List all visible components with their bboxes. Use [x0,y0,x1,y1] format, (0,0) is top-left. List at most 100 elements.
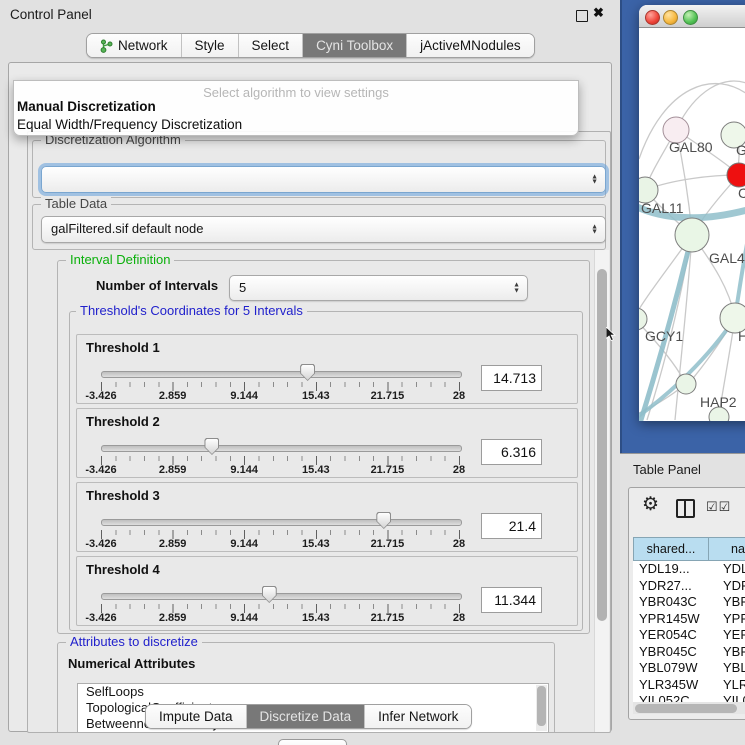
close-icon[interactable]: ✖ [593,5,604,21]
mouse-cursor [606,327,617,347]
numerical-attributes-label: Numerical Attributes [68,656,195,671]
tick-label: 15.43 [302,390,330,402]
bottom-tabs: Impute Data Discretize Data Infer Network [145,704,472,729]
table-row[interactable]: YBR045CYBR0 [633,644,745,661]
table-row[interactable]: YDL19...YDL1 [633,561,745,578]
slider-thumb[interactable] [204,438,219,455]
algorithm-combo[interactable]: ▲▼ [41,166,606,193]
algorithm-popup-options: Manual DiscretizationEqual Width/Frequen… [16,98,576,133]
attributes-group-title: Attributes to discretize [66,634,202,649]
svg-text:HAP2: HAP2 [700,394,737,410]
network-canvas[interactable]: GAL80 GA C GAL11 GAL4 GCY1 H HAP2 [639,27,745,421]
slider-thumb[interactable] [262,586,277,603]
horizontal-scrollbar[interactable] [633,702,745,714]
tab-label: Select [252,38,290,53]
zoom-traffic-light[interactable] [683,10,698,25]
close-traffic-light[interactable] [645,10,660,25]
slider-thumb[interactable] [376,512,391,529]
tick-label: 21.715 [371,612,405,624]
settings-scrollbar[interactable] [594,250,609,732]
table-row[interactable]: YIL052CYIL0 [633,693,745,702]
slider-tick-labels: -3.4262.8599.14415.4321.71528 [77,612,577,624]
attribute-item-selfloops[interactable]: SelfLoops [78,684,548,700]
node-gal4 [675,218,709,252]
cell-name: YBR0 [717,594,745,611]
tick-label: 21.715 [371,464,405,476]
table-row[interactable]: YLR345WYLR3 [633,677,745,694]
apply-button[interactable]: Apply [278,739,347,745]
tick-label: 15.43 [302,538,330,550]
table-data-combo[interactable]: galFiltered.sif default node ▲▼ [41,216,606,243]
network-view-window: GAL80 GA C GAL11 GAL4 GCY1 H HAP2 [639,5,745,421]
tab-label: Network [118,38,168,53]
slider-track[interactable] [101,371,462,378]
column-header-name[interactable]: na [709,537,745,561]
tab-cyni-toolbox[interactable]: Cyni Toolbox [302,34,406,57]
table-row[interactable]: YBR043CYBR0 [633,594,745,611]
number-of-intervals-value: 5 [239,280,246,295]
threshold-value-field[interactable]: 21.4 [481,513,542,539]
slider-track[interactable] [101,593,462,600]
table-row[interactable]: YBL079WYBL0 [633,660,745,677]
cell-name: YIL0 [717,693,745,702]
stepper-icon: ▲▼ [591,174,598,185]
slider-tick-labels: -3.4262.8599.14415.4321.71528 [77,390,577,402]
tick-label: -3.426 [85,390,116,402]
svg-text:C: C [738,185,745,201]
threshold-label: Threshold 3 [86,488,160,503]
tab-style[interactable]: Style [181,34,238,57]
network-window-titlebar[interactable] [639,5,745,28]
control-panel-window: Control Panel ✖ NetworkStyleSelectCyni T… [0,0,620,745]
tick-label: 15.43 [302,464,330,476]
tick-label: -3.426 [85,612,116,624]
tab-impute-data[interactable]: Impute Data [146,705,246,728]
number-of-intervals-combo[interactable]: 5 ▲▼ [229,275,528,301]
cell-shared-name: YDR27... [633,578,717,595]
popup-option-equal-width-frequency-discretization[interactable]: Equal Width/Frequency Discretization [16,116,576,134]
slider-thumb[interactable] [300,364,315,381]
table-row[interactable]: YPR145WYPR1 [633,611,745,628]
table-row[interactable]: YDR27...YDR2 [633,578,745,595]
slider-track[interactable] [101,445,462,452]
tab-label: Infer Network [378,709,458,724]
tab-label: Impute Data [159,709,233,724]
minimize-traffic-light[interactable] [663,10,678,25]
cell-shared-name: YER054C [633,627,717,644]
threshold-value-field[interactable]: 14.713 [481,365,542,391]
threshold-panel: Threshold 1 -3.4262.8599.14415.4321.7152… [76,334,578,404]
stepper-icon: ▲▼ [513,283,520,294]
float-window-icon[interactable] [576,10,588,22]
slider-tick-labels: -3.4262.8599.14415.4321.71528 [77,538,577,550]
cell-shared-name: YBR045C [633,644,717,661]
cell-name: YPR1 [717,611,745,628]
tab-select[interactable]: Select [238,34,303,57]
table-data-group: Table Data galFiltered.sif default node … [32,204,606,250]
svg-text:GAL11: GAL11 [641,200,684,216]
threshold-value-field[interactable]: 6.316 [481,439,542,465]
columns-icon[interactable] [676,499,695,518]
tick-label: 28 [453,390,465,402]
cell-name: YDR2 [717,578,745,595]
tab-jactivemnodules[interactable]: jActiveMNodules [406,34,534,57]
cell-name: YER0 [717,627,745,644]
cell-shared-name: YDL19... [633,561,717,578]
tick-label: 2.859 [159,538,187,550]
cell-shared-name: YPR145W [633,611,717,628]
slider-track[interactable] [101,519,462,526]
tab-infer-network[interactable]: Infer Network [364,705,471,728]
screen: Control Panel ✖ NetworkStyleSelectCyni T… [0,0,745,745]
threshold-value-field[interactable]: 11.344 [481,587,542,613]
list-scrollbar[interactable] [536,685,547,731]
popup-option-manual-discretization[interactable]: Manual Discretization [16,98,576,116]
select-checkboxes-icon[interactable]: ☑☑ [706,499,731,515]
tab-label: jActiveMNodules [420,38,521,53]
tab-network[interactable]: Network [87,34,181,57]
gear-icon[interactable]: ⚙ [642,493,659,516]
table-panel-region: Table Panel ⚙ ☑☑ shared... na YDL19...YD… [620,453,745,745]
column-header-shared-name[interactable]: shared... [633,537,709,561]
cell-name: YDL1 [717,561,745,578]
table-row[interactable]: YER054CYER0 [633,627,745,644]
tab-discretize-data[interactable]: Discretize Data [246,705,365,728]
threshold-coordinates-group: Threshold's Coordinates for 5 Intervals … [69,311,583,631]
cell-shared-name: YBR043C [633,594,717,611]
